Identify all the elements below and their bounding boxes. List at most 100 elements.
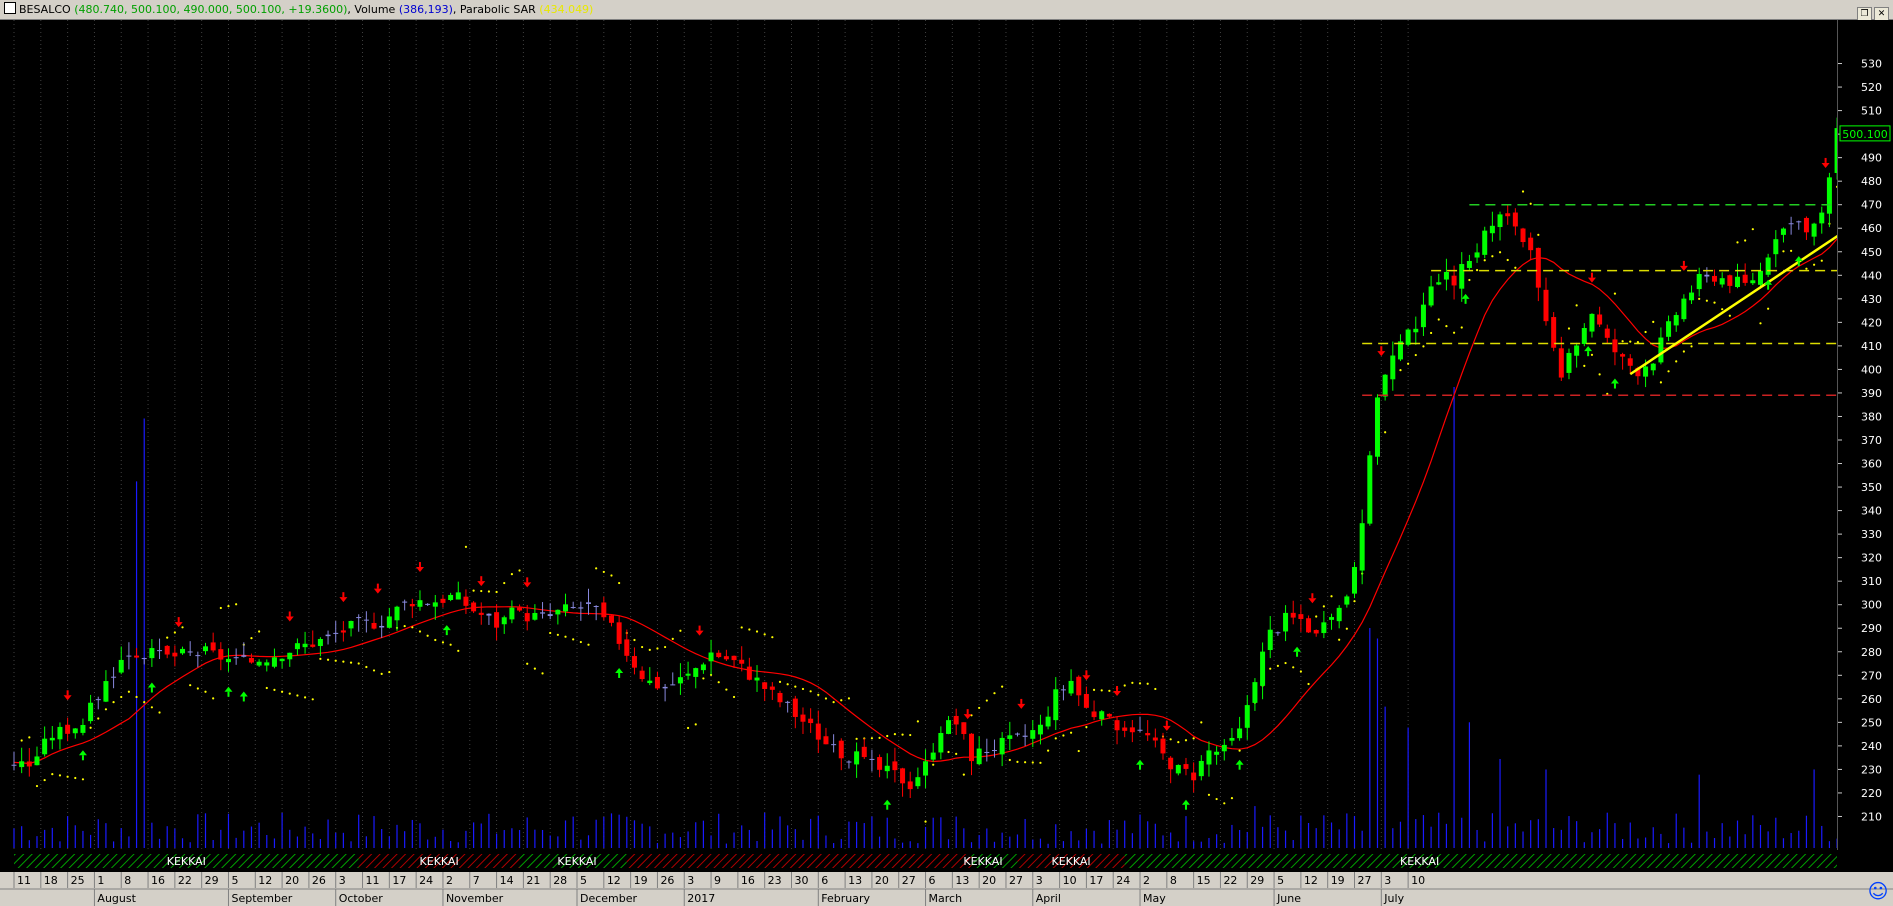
sar-dot	[1483, 259, 1486, 262]
candle-body	[976, 748, 982, 765]
candle-body	[1060, 689, 1066, 691]
month-label: May	[1143, 892, 1166, 905]
candle-body	[1344, 596, 1350, 605]
month-label: December	[580, 892, 638, 905]
x-tick-label: 28	[553, 874, 567, 887]
sar-dot	[1092, 688, 1096, 691]
candle-body	[88, 702, 94, 722]
candle-body	[677, 677, 683, 684]
sar-dot	[472, 589, 475, 592]
sar-dot	[916, 720, 919, 723]
candle-body	[509, 607, 515, 620]
candle-body	[11, 764, 17, 766]
y-tick-label: 440	[1861, 269, 1882, 282]
sell-arrow-icon	[1377, 346, 1386, 357]
candle-body	[157, 650, 163, 652]
sar-dot	[648, 648, 651, 651]
sar-dot	[66, 775, 69, 778]
sar-dot	[518, 569, 521, 572]
sell-arrow-icon	[523, 577, 532, 588]
candle-body	[969, 733, 974, 762]
close-icon[interactable]: ✕	[1874, 7, 1889, 21]
x-tick-label: 22	[178, 874, 192, 887]
sar-dot	[51, 773, 54, 776]
candle-body	[1359, 523, 1365, 571]
x-tick-label: 5	[231, 874, 238, 887]
kekkai-label: KEKKAI	[167, 855, 206, 868]
x-tick-label: 3	[1036, 874, 1043, 887]
y-tick-label: 290	[1861, 622, 1882, 635]
candle-body	[455, 592, 461, 600]
sell-arrow-icon	[339, 592, 348, 603]
candle-body	[317, 639, 323, 647]
restore-icon[interactable]: ❐	[1857, 7, 1872, 21]
candle-body	[49, 737, 55, 741]
sar-dot	[1047, 749, 1050, 752]
x-tick-label: 5	[580, 874, 587, 887]
candle-body	[310, 644, 316, 647]
x-tick-label: 14	[500, 874, 514, 887]
sell-arrow-icon	[963, 709, 972, 720]
sar-dot	[296, 694, 299, 697]
sar-dot	[365, 665, 368, 669]
candle-body	[80, 724, 86, 733]
sar-dot	[641, 645, 644, 649]
y-tick-label: 350	[1861, 481, 1882, 494]
buy-arrow-icon	[1293, 646, 1302, 657]
candle-body	[1604, 328, 1610, 338]
sar-dot	[572, 638, 575, 641]
x-tick-label: 16	[741, 874, 755, 887]
kekkai-label: KEKKAI	[963, 855, 1002, 868]
candle-body	[524, 613, 530, 622]
candle-body	[1558, 348, 1564, 378]
sar-dot	[886, 734, 889, 738]
candle-body	[95, 699, 101, 701]
candle-body	[662, 686, 668, 689]
candle-body	[1566, 352, 1572, 373]
sar-dot	[1736, 241, 1739, 244]
sar-dot	[610, 574, 613, 577]
sar-dot	[510, 573, 513, 576]
sar-dot	[1652, 320, 1655, 323]
candle-body	[654, 676, 660, 689]
sar-dot	[97, 717, 100, 720]
y-tick-label: 230	[1861, 763, 1882, 776]
candle-body	[999, 737, 1005, 755]
candle-body	[19, 761, 25, 768]
smiley-icon[interactable]: ☺	[1865, 878, 1891, 904]
sar-dot	[870, 737, 874, 740]
candle-body	[1237, 728, 1243, 739]
candle-body	[248, 657, 254, 663]
last-price-value: 500.100	[1842, 128, 1888, 141]
x-tick-label: 27	[902, 874, 916, 887]
sar-dot	[1008, 758, 1011, 762]
price-chart-plot[interactable]: KEKKAI KEKKAI KEKKAI KEKKAI KEKKAI KEKKAI	[0, 20, 1837, 872]
sar-dot	[978, 706, 981, 710]
candle-body	[708, 652, 714, 662]
y-tick-label: 260	[1861, 693, 1882, 706]
candle-body	[463, 596, 469, 606]
sar-dot	[28, 736, 31, 739]
buy-arrow-icon	[1235, 759, 1244, 770]
candle-body	[225, 658, 231, 663]
chart-menu-icon[interactable]	[4, 2, 16, 14]
candle-body	[907, 781, 913, 790]
buy-arrow-icon	[147, 682, 156, 693]
sar-dot	[962, 773, 965, 776]
sar-dot	[809, 690, 812, 693]
sar-dot	[1567, 327, 1571, 330]
candle-body	[72, 728, 78, 734]
sar-dot	[1200, 721, 1203, 724]
y-tick-label: 220	[1861, 787, 1882, 800]
candle-body	[570, 607, 576, 609]
candle-body	[823, 736, 829, 745]
sar-dot	[1529, 202, 1532, 205]
buy-arrow-icon	[1610, 378, 1619, 389]
x-tick-label: 13	[955, 874, 969, 887]
sar-dot	[679, 629, 682, 632]
candle-body	[838, 740, 844, 759]
x-tick-label: 6	[929, 874, 936, 887]
sar-dot	[1062, 734, 1065, 737]
sar-dot	[847, 697, 851, 700]
candle-body	[1459, 264, 1465, 289]
